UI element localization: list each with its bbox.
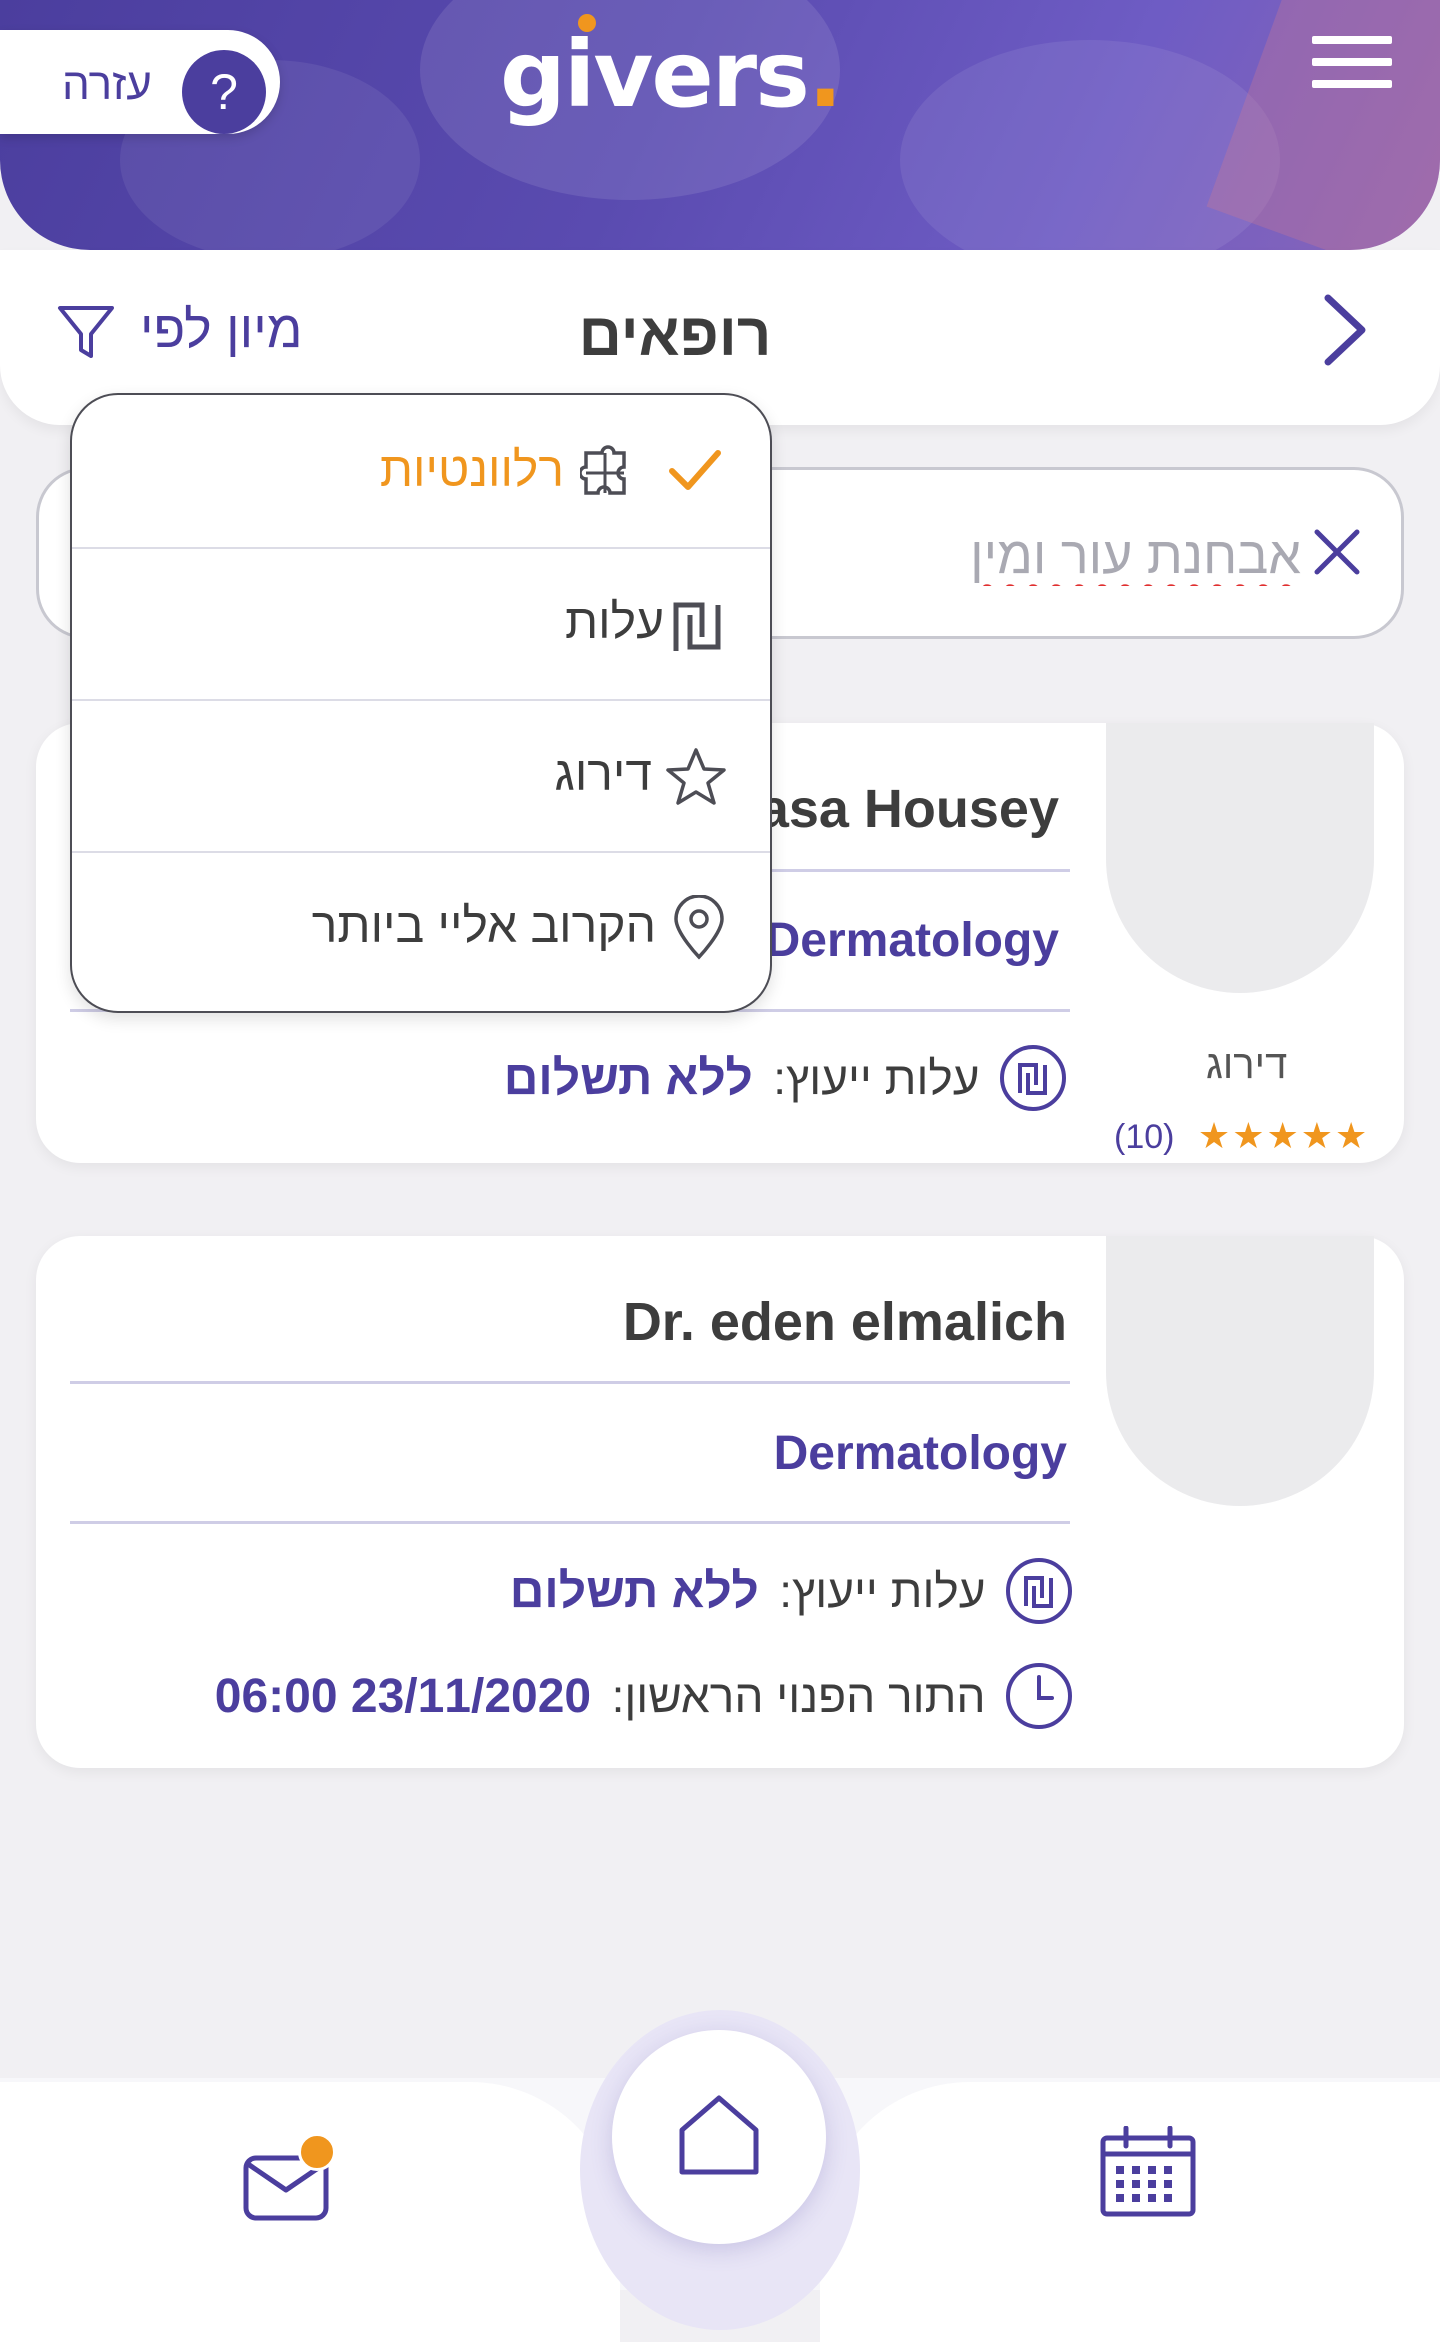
doctor-name: asa Housey [758, 779, 1059, 839]
sort-option-relevance[interactable]: רלוונטיות [72, 395, 770, 549]
shekel-icon [1000, 1045, 1066, 1111]
logo-i-dot [578, 14, 596, 32]
shekel-icon [1006, 1558, 1072, 1624]
divider [70, 1521, 1070, 1524]
help-button[interactable]: עזרה ? [0, 30, 280, 134]
cost-value: ללא תשלום [503, 1051, 753, 1105]
cost-label: עלות ייעוץ: [779, 1565, 986, 1617]
sort-option-label: רלוונטיות [379, 444, 564, 497]
help-label: עזרה [62, 60, 152, 109]
cost-value: ללא תשלום [509, 1564, 759, 1618]
banner-photo-overlay [900, 40, 1280, 250]
sort-option-label: עלות [565, 596, 664, 649]
sort-option-nearest[interactable]: הקרוב אליי ביותר [72, 851, 770, 1003]
rating-stars: ★★★★★ [1197, 1115, 1370, 1156]
cost-label: עלות ייעוץ: [773, 1052, 980, 1104]
divider [70, 1381, 1070, 1384]
chevron-right-icon[interactable] [1310, 290, 1380, 370]
doctor-card[interactable]: Dr. eden elmalich Dermatology עלות ייעוץ… [36, 1236, 1404, 1768]
givers-logo[interactable]: givers. [500, 14, 843, 130]
first-slot-row: התור הפנוי הראשון: 23/11/2020 06:00 [215, 1661, 1074, 1741]
rating-label: דירוג [1206, 1043, 1288, 1087]
sort-option-label: הקרוב אליי ביותר [311, 900, 656, 953]
consult-cost-row: עלות ייעוץ: ללא תשלום [504, 1043, 1068, 1123]
calendar-icon[interactable] [1098, 2126, 1198, 2218]
avatar [1106, 723, 1374, 993]
slot-value: 23/11/2020 06:00 [214, 1669, 592, 1723]
notification-badge [298, 2133, 336, 2171]
question-icon: ? [182, 50, 266, 134]
slot-label: התור הפנוי הראשון: [611, 1670, 986, 1722]
home-button[interactable] [612, 2030, 826, 2244]
logo-dot: . [807, 21, 843, 128]
sort-option-rating[interactable]: דירוג [72, 699, 770, 853]
doctor-specialty: Dermatology [765, 914, 1059, 967]
page-title: רופאים [578, 301, 772, 368]
sort-option-label: דירוג [554, 748, 652, 801]
puzzle-icon [580, 445, 626, 495]
star-outline-icon [666, 748, 726, 805]
doctor-name: Dr. eden elmalich [622, 1292, 1067, 1352]
consult-cost-row: עלות ייעוץ: ללא תשלום [510, 1556, 1074, 1636]
sort-option-cost[interactable]: עלות [72, 547, 770, 701]
doctor-specialty: Dermatology [773, 1427, 1067, 1480]
logo-text: givers [500, 21, 810, 128]
avatar [1106, 1236, 1374, 1506]
rating: (10) ★★★★★ [1114, 1115, 1369, 1157]
home-icon [679, 2095, 759, 2175]
shekel-icon [673, 602, 721, 651]
checkmark-icon [669, 450, 721, 490]
location-pin-icon [674, 895, 724, 960]
rating-count: (10) [1114, 1118, 1175, 1156]
close-icon[interactable] [1307, 522, 1367, 582]
sort-dropdown: רלוונטיות עלות דירוג הקרוב אליי ביותר [70, 393, 772, 1013]
clock-icon [1006, 1663, 1072, 1729]
hamburger-menu-icon[interactable] [1312, 36, 1392, 96]
